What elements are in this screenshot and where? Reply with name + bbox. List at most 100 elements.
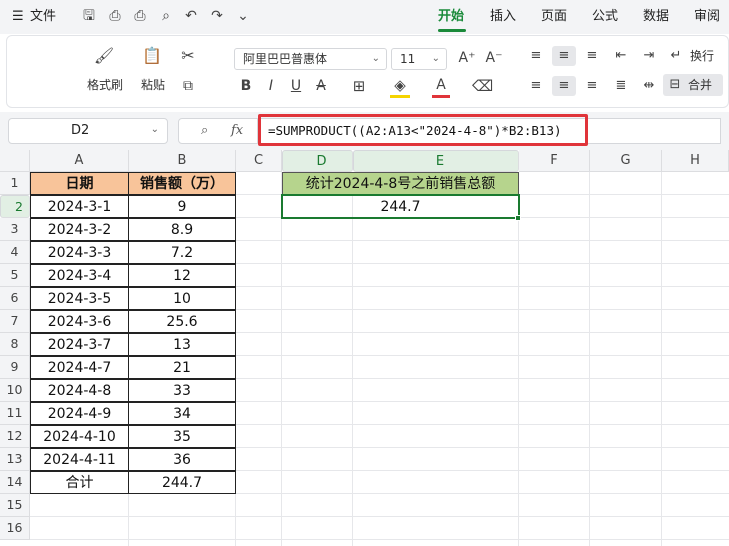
function-button[interactable]: fx (231, 123, 243, 138)
col-a-header[interactable]: A (30, 150, 129, 172)
fill-color-icon[interactable]: ◈ (390, 75, 410, 98)
date-cell[interactable]: 2024-3-3 (30, 241, 129, 264)
col-d-header[interactable]: D (282, 150, 353, 172)
copy-icon[interactable]: ⧉ (177, 76, 199, 96)
bold-button[interactable]: B (238, 76, 254, 96)
tab-data[interactable]: 数据 (643, 8, 669, 25)
row-header[interactable]: 1 (0, 172, 30, 195)
tab-formula[interactable]: 公式 (592, 8, 618, 25)
row-header[interactable]: 10 (0, 379, 30, 402)
row-header[interactable]: 15 (0, 494, 30, 517)
italic-button[interactable]: I (263, 76, 279, 96)
date-cell[interactable]: 2024-3-7 (30, 333, 129, 356)
align-middle-icon[interactable]: ≡ (552, 46, 576, 66)
wrap-text-button[interactable]: 换行 (687, 48, 717, 64)
cut-icon[interactable]: ✂ (177, 46, 199, 66)
font-size-select[interactable]: 11 ⌄ (391, 48, 447, 70)
sales-cell[interactable]: 10 (128, 287, 236, 310)
date-cell[interactable]: 2024-4-7 (30, 356, 129, 379)
align-right-icon[interactable]: ≡ (583, 76, 601, 96)
date-cell[interactable]: 2024-3-4 (30, 264, 129, 287)
sales-cell[interactable]: 35 (128, 425, 236, 448)
sales-cell[interactable]: 7.2 (128, 241, 236, 264)
row-header[interactable]: 9 (0, 356, 30, 379)
file-menu[interactable]: 文件 (30, 8, 56, 25)
align-left-icon[interactable]: ≡ (527, 76, 545, 96)
redo-icon[interactable]: ↷ (208, 7, 226, 25)
row-header[interactable]: 6 (0, 287, 30, 310)
row-header[interactable]: 3 (0, 218, 30, 241)
row-header[interactable]: 2 (0, 195, 30, 218)
strikethrough-button[interactable]: A (313, 76, 329, 96)
name-box[interactable]: D2 ⌄ (8, 118, 168, 144)
underline-button[interactable]: U (288, 76, 304, 96)
sales-cell[interactable]: 25.6 (128, 310, 236, 333)
col-e-header[interactable]: E (353, 150, 519, 172)
header-sales[interactable]: 销售额（万） (128, 172, 236, 195)
fill-handle[interactable] (515, 215, 521, 221)
col-h-header[interactable]: H (662, 150, 729, 172)
sales-cell[interactable]: 34 (128, 402, 236, 425)
paste-button[interactable]: 粘贴 (133, 77, 173, 93)
tab-page[interactable]: 页面 (541, 8, 567, 25)
distributed-icon[interactable]: ⇹ (640, 76, 658, 96)
date-cell[interactable]: 2024-3-6 (30, 310, 129, 333)
print-preview-icon[interactable]: ⌕ (157, 7, 175, 25)
hamburger-icon[interactable]: ☰ (12, 8, 24, 25)
sales-cell[interactable]: 36 (128, 448, 236, 471)
justify-icon[interactable]: ≣ (612, 76, 630, 96)
sales-cell[interactable]: 8.9 (128, 218, 236, 241)
font-color-button[interactable]: A (432, 75, 450, 98)
sales-cell[interactable]: 21 (128, 356, 236, 379)
date-cell[interactable]: 2024-4-9 (30, 402, 129, 425)
date-cell[interactable]: 2024-4-11 (30, 448, 129, 471)
format-painter-button[interactable]: 格式刷 (85, 77, 125, 93)
col-b-header[interactable]: B (129, 150, 236, 172)
date-cell[interactable]: 2024-4-8 (30, 379, 129, 402)
date-cell[interactable]: 2024-4-10 (30, 425, 129, 448)
tab-review[interactable]: 审阅 (694, 8, 720, 25)
formula-text[interactable]: =SUMPRODUCT((A2:A13<"2024-4-8")*B2:B13) (268, 122, 562, 140)
font-shrink-button[interactable]: A⁻ (484, 48, 504, 68)
align-top-icon[interactable]: ≡ (527, 46, 545, 66)
header-date[interactable]: 日期 (30, 172, 129, 195)
align-center-icon[interactable]: ≡ (552, 76, 576, 96)
indent-decrease-icon[interactable]: ⇤ (612, 46, 630, 66)
zoom-icon[interactable]: ⌕ (201, 123, 208, 138)
row-header[interactable]: 11 (0, 402, 30, 425)
sales-cell[interactable]: 12 (128, 264, 236, 287)
chevron-down-icon[interactable]: ⌄ (234, 7, 252, 25)
font-grow-button[interactable]: A⁺ (457, 48, 477, 68)
col-c-header[interactable]: C (236, 150, 282, 172)
date-cell[interactable]: 2024-3-1 (30, 195, 129, 218)
total-value[interactable]: 244.7 (128, 471, 236, 494)
col-g-header[interactable]: G (590, 150, 662, 172)
select-all-corner[interactable] (0, 150, 30, 172)
row-header[interactable]: 12 (0, 425, 30, 448)
row-header[interactable]: 16 (0, 517, 30, 540)
row-header[interactable]: 13 (0, 448, 30, 471)
row-header[interactable]: 8 (0, 333, 30, 356)
sales-cell[interactable]: 13 (128, 333, 236, 356)
col-f-header[interactable]: F (519, 150, 590, 172)
row-header[interactable]: 14 (0, 471, 30, 494)
save-icon[interactable]: 🖫 (80, 7, 98, 25)
indent-increase-icon[interactable]: ⇥ (640, 46, 658, 66)
align-bottom-icon[interactable]: ≡ (583, 46, 601, 66)
merge-button[interactable]: ⊟ 合并 (663, 74, 723, 96)
date-cell[interactable]: 2024-3-5 (30, 287, 129, 310)
tab-home[interactable]: 开始 (438, 8, 464, 25)
total-label[interactable]: 合计 (30, 471, 129, 494)
row-header[interactable]: 5 (0, 264, 30, 287)
font-name-select[interactable]: 阿里巴巴普惠体 ⌄ (234, 48, 387, 70)
row-header[interactable]: 7 (0, 310, 30, 333)
clear-format-icon[interactable]: ⌫ (472, 76, 493, 96)
result-title[interactable]: 统计2024-4-8号之前销售总额 (282, 172, 519, 195)
date-cell[interactable]: 2024-3-2 (30, 218, 129, 241)
row-header[interactable]: 4 (0, 241, 30, 264)
print-icon[interactable]: ⎙ (131, 7, 149, 25)
export-icon[interactable]: ⎙ (106, 7, 124, 25)
sales-cell[interactable]: 9 (128, 195, 236, 218)
undo-icon[interactable]: ↶ (182, 7, 200, 25)
border-icon[interactable]: ⊞ (347, 76, 371, 96)
